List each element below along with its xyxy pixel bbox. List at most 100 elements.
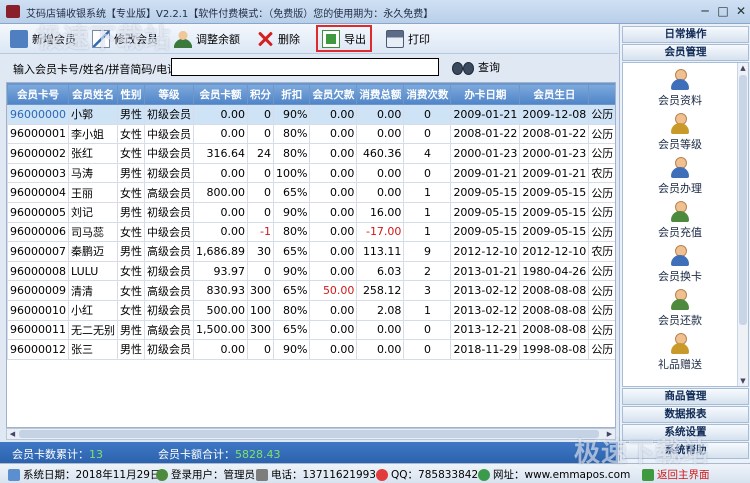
scrollbar-thumb[interactable] xyxy=(19,430,599,438)
table-cell: 2009-05-15 xyxy=(519,182,590,203)
search-input[interactable] xyxy=(171,58,439,76)
sidebar-section-reports[interactable]: 数据报表 xyxy=(622,406,749,423)
table-cell: 90% xyxy=(272,104,311,125)
table-row[interactable]: 96000008 LULU 女性 初级会员 93.97 0 90% 0.00 6.03 2 2013… xyxy=(7,260,615,282)
search-bar: 输入会员卡号/姓名/拼音简码/电话： 查询 xyxy=(0,55,618,79)
table-cell: 0.00 xyxy=(309,162,358,184)
member-repay-icon xyxy=(669,289,691,311)
sidebar-section-members[interactable]: 会员管理 xyxy=(622,44,749,61)
login-user-text: 登录用户：管理员 xyxy=(171,469,255,481)
column-header[interactable]: 等级 xyxy=(144,83,194,105)
login-user: 登录用户：管理员 xyxy=(156,467,255,482)
table-cell: 30 xyxy=(246,241,274,262)
column-header[interactable]: 消费总额 xyxy=(356,83,405,105)
scroll-down-arrow-icon[interactable]: ▼ xyxy=(738,376,748,386)
table-cell: 张红 xyxy=(68,143,118,164)
scroll-left-arrow-icon[interactable]: ◀ xyxy=(7,429,18,439)
table-row[interactable]: 96000002 张红 女性 中级会员 316.64 24 80% 0.00 460.36 4 20… xyxy=(7,143,615,164)
table-cell: 女性 xyxy=(117,182,145,203)
column-header[interactable]: 消费次数 xyxy=(403,83,452,105)
minimize-button[interactable]: ─ xyxy=(696,3,714,19)
table-cell: 公历 xyxy=(588,123,615,145)
system-date-text: 系统日期：2018年11月29日 xyxy=(23,469,161,481)
table-cell: 中级会员 xyxy=(144,143,194,164)
sidebar-item-member-repay[interactable]: 会员还款 xyxy=(623,287,737,331)
table-row[interactable]: 96000004 王丽 女性 高级会员 800.00 0 65% 0.00 0.00 1 2009-… xyxy=(7,182,615,203)
sidebar-item-label: 会员还款 xyxy=(658,314,702,327)
table-row[interactable]: 96000011 无二无别 男性 高级会员 1,500.00 300 65% 0.00 0.00… xyxy=(7,319,615,341)
column-header[interactable] xyxy=(588,83,615,105)
table-cell: 0.00 xyxy=(309,182,358,203)
search-button[interactable]: 查询 xyxy=(452,57,500,77)
table-cell: 0 xyxy=(403,162,452,184)
table-row[interactable]: 96000005 刘记 男性 初级会员 0.00 0 90% 0.00 16.00 1 2009-0… xyxy=(7,201,615,223)
table-cell: 公历 xyxy=(588,201,615,223)
qq-icon xyxy=(376,468,388,481)
table-row[interactable]: 96000012 张三 男性 初级会员 0.00 0 90% 0.00 0.00 0 2018-11… xyxy=(7,339,615,360)
table-cell: 小郭 xyxy=(68,104,118,125)
column-header[interactable]: 会员卡额 xyxy=(193,83,248,105)
table-cell: 高级会员 xyxy=(144,280,194,301)
table-row[interactable]: 96000000 小郭 男性 初级会员 0.00 0 90% 0.00 0.00 0 2009-01… xyxy=(7,104,615,125)
column-header[interactable]: 性别 xyxy=(117,83,145,105)
table-cell: 0.00 xyxy=(193,201,248,223)
sidebar-item-member-change-card[interactable]: 会员换卡 xyxy=(623,243,737,287)
table-cell: 1 xyxy=(403,201,452,223)
column-header[interactable]: 会员卡号 xyxy=(7,83,69,105)
phone: 电话：13711621993 xyxy=(256,467,376,482)
sidebar-scrollbar[interactable]: ▲ ▼ xyxy=(737,63,748,386)
table-cell: 0 xyxy=(246,201,274,223)
table-row[interactable]: 96000006 司马蕊 女性 中级会员 0.00 -1 80% 0.00 -17.00 1 200… xyxy=(7,221,615,243)
sidebar-item-member-level[interactable]: 会员等级 xyxy=(623,111,737,155)
table-cell: 1,686.89 xyxy=(193,241,248,262)
sidebar-item-member-recharge[interactable]: 会员充值 xyxy=(623,199,737,243)
member-table: 会员卡号 会员姓名 性别 等级 会员卡额 积分 折扣 会员欠款 消费总额 消费次数 办卡日期 会员生日… xyxy=(6,82,616,428)
column-header[interactable]: 折扣 xyxy=(272,83,311,105)
table-cell: 96000002 xyxy=(7,143,69,164)
table-row[interactable]: 96000007 秦鹏迈 男性 高级会员 1,686.89 30 65% 0.00 113.11… xyxy=(7,241,615,262)
table-row[interactable]: 96000009 清清 女性 高级会员 830.93 300 65% 50.00 258.12 3… xyxy=(7,280,615,301)
adjust-balance-button[interactable]: 调整余额 xyxy=(170,26,244,52)
table-cell: 2000-01-23 xyxy=(519,143,590,164)
sidebar-item-gift[interactable]: 礼品赠送 xyxy=(623,331,737,375)
close-button[interactable]: ✕ xyxy=(732,3,750,19)
table-row[interactable]: 96000001 李小姐 女性 中级会员 0.00 0 80% 0.00 0.00 0 2008-0… xyxy=(7,123,615,145)
card-total-label: 会员卡额合计： xyxy=(158,448,235,461)
scroll-up-arrow-icon[interactable]: ▲ xyxy=(738,63,748,73)
table-row[interactable]: 96000003 马涛 男性 初级会员 0.00 0 100% 0.00 0.00 0 2009-0… xyxy=(7,162,615,184)
sidebar-item-member-profile[interactable]: 会员资料 xyxy=(623,67,737,111)
website[interactable]: 网址：www.emmapos.com xyxy=(478,467,630,482)
table-cell: 0.00 xyxy=(193,221,248,243)
table-cell: 王丽 xyxy=(68,182,118,203)
table-cell: 300 xyxy=(246,280,274,301)
sidebar-section-daily[interactable]: 日常操作 xyxy=(622,26,749,43)
website-text: 网址：www.emmapos.com xyxy=(493,469,631,481)
table-cell: 0.00 xyxy=(309,241,358,262)
table-cell: 2013-01-21 xyxy=(450,260,521,282)
return-home-button[interactable]: 返回主界面 xyxy=(642,467,710,482)
table-cell: 80% xyxy=(272,123,311,145)
horizontal-scrollbar[interactable]: ◀ ▶ xyxy=(6,428,616,440)
column-header[interactable]: 会员生日 xyxy=(519,83,590,105)
column-header[interactable]: 积分 xyxy=(246,83,274,105)
table-cell: 0.00 xyxy=(193,123,248,145)
table-cell: 初级会员 xyxy=(144,299,194,321)
export-button[interactable]: 导出 xyxy=(316,25,372,52)
column-header[interactable]: 办卡日期 xyxy=(450,83,521,105)
print-button[interactable]: 打印 xyxy=(382,26,434,52)
delete-button[interactable]: 删除 xyxy=(252,26,304,52)
card-count-label: 会员卡数累计： xyxy=(12,448,89,461)
table-cell: 女性 xyxy=(117,280,145,301)
table-cell: 0.00 xyxy=(309,299,358,321)
member-recharge-icon xyxy=(669,201,691,223)
table-cell: 男性 xyxy=(117,339,145,360)
sidebar-member-panel: 会员资料 会员等级 会员办理 会员充值 会员换卡 会员还款 礼品赠送 ▲ ▼ xyxy=(622,62,749,387)
table-row[interactable]: 96000010 小红 女性 初级会员 500.00 100 80% 0.00 2.08 1 201… xyxy=(7,299,615,321)
maximize-button[interactable]: □ xyxy=(714,3,732,19)
column-header[interactable]: 会员姓名 xyxy=(68,83,118,105)
scrollbar-thumb[interactable] xyxy=(739,75,747,325)
sidebar-item-member-register[interactable]: 会员办理 xyxy=(623,155,737,199)
phone-icon xyxy=(256,468,268,481)
sidebar-section-goods[interactable]: 商品管理 xyxy=(622,388,749,405)
column-header[interactable]: 会员欠款 xyxy=(309,83,358,105)
